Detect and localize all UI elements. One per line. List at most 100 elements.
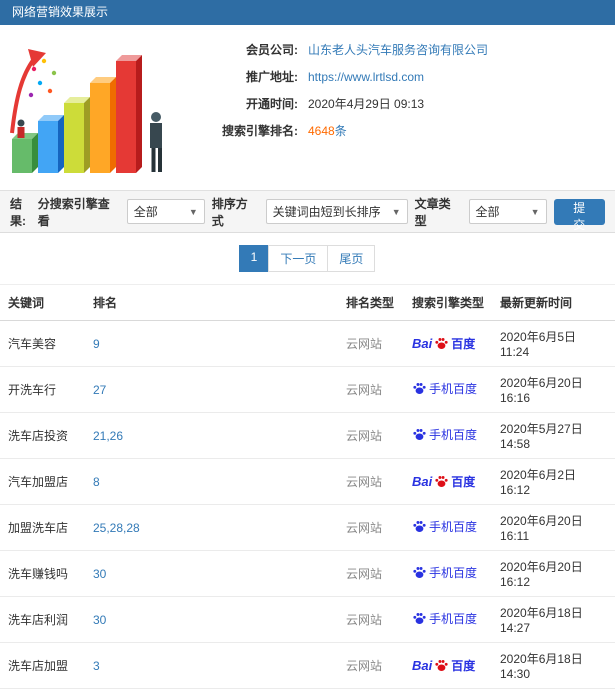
- rank-cell[interactable]: 3: [85, 642, 338, 689]
- article-type-select[interactable]: 全部 ▼: [468, 199, 547, 224]
- header-update-time: 最新更新时间: [492, 285, 615, 321]
- submit-button[interactable]: 提交: [553, 198, 605, 232]
- mobile-baidu-text: 手机百度: [429, 382, 478, 396]
- promo-url-label: 推广地址:: [246, 70, 298, 84]
- mobile-baidu-logo: 手机百度: [412, 518, 477, 535]
- open-time-value: 2020年4月29日 09:13: [308, 97, 425, 111]
- company-link[interactable]: 山东老人头汽车服务咨询有限公司: [308, 37, 488, 64]
- mobile-baidu-logo: 手机百度: [412, 564, 477, 581]
- keyword-cell: 洗车店投资: [0, 412, 85, 459]
- engine-cell: 手机百度: [404, 366, 492, 413]
- mobile-baidu-paw-icon: [413, 429, 426, 440]
- header-rank-type: 排名类型: [338, 285, 404, 321]
- rank-type-cell: 云网站: [338, 550, 404, 597]
- mobile-baidu-logo: 手机百度: [412, 426, 477, 443]
- article-type-label: 文章类型: [414, 196, 451, 228]
- last-page-button[interactable]: 尾页: [327, 245, 376, 272]
- table-row: 开洗车行 27 云网站 手机百度 2020年6月20日 16:16: [0, 366, 615, 413]
- bar-chart-illustration: [4, 33, 176, 182]
- chevron-down-icon: ▼: [188, 206, 198, 217]
- rank-cell[interactable]: 27: [85, 366, 338, 413]
- update-time-cell: 2020年6月20日 16:12: [492, 550, 615, 597]
- article-type-value: 全部: [475, 205, 500, 219]
- baidu-paw-icon: [435, 660, 448, 671]
- rank-count-unit: 条: [334, 124, 347, 138]
- mobile-baidu-logo: 手机百度: [412, 610, 477, 627]
- engine-cell: 手机百度: [404, 504, 492, 551]
- rank-cell[interactable]: 30: [85, 596, 338, 643]
- rank-type-cell: 云网站: [338, 642, 404, 689]
- keyword-cell: 洗车店加盟: [0, 642, 85, 689]
- rank-type-cell: 云网站: [338, 504, 404, 551]
- sort-label: 排序方式: [211, 196, 248, 228]
- table-row: 洗车赚钱吗 30 云网站 手机百度 2020年6月20日 16:12: [0, 550, 615, 597]
- company-label: 会员公司:: [246, 43, 298, 57]
- page-title: 网络营销效果展示: [12, 5, 109, 19]
- keyword-cell: 汽车加盟店: [0, 458, 85, 505]
- sort-select[interactable]: 关键词由短到长排序 ▼: [265, 199, 408, 224]
- chevron-down-icon: ▼: [391, 206, 401, 217]
- table-row: 加盟洗车店 25,28,28 云网站 手机百度 2020年6月20日 16:11: [0, 504, 615, 551]
- rank-cell[interactable]: 25,28,28: [85, 504, 338, 551]
- baidu-logo: Bai 百度: [412, 657, 475, 674]
- rank-cell[interactable]: 30: [85, 550, 338, 597]
- mobile-baidu-logo: 手机百度: [412, 380, 477, 397]
- mobile-baidu-text: 手机百度: [429, 566, 478, 580]
- baidu-du-text: 百度: [451, 475, 476, 489]
- mobile-baidu-paw-icon: [413, 521, 426, 532]
- mobile-baidu-paw-icon: [413, 383, 426, 394]
- update-time-cell: 2020年6月5日 11:24: [492, 320, 615, 367]
- baidu-du-text: 百度: [451, 659, 476, 673]
- rank-count-number: 4648: [308, 124, 335, 138]
- bar-yellow: [64, 97, 90, 173]
- bar-blue: [38, 115, 64, 173]
- baidu-paw-icon: [435, 338, 448, 349]
- rank-cell[interactable]: 8: [85, 458, 338, 505]
- table-body: 汽车美容 9 云网站 Bai 百度 2020年6月5日 11:24 开洗车行 2…: [0, 320, 615, 689]
- summary-panel: 会员公司: 山东老人头汽车服务咨询有限公司 推广地址: https://www.…: [0, 25, 615, 191]
- rank-type-cell: 云网站: [338, 458, 404, 505]
- promo-url-link[interactable]: https://www.lrtlsd.com: [308, 64, 424, 91]
- engine-filter-select[interactable]: 全部 ▼: [126, 199, 205, 224]
- sort-value: 关键词由短到长排序: [272, 205, 381, 219]
- rank-type-cell: 云网站: [338, 412, 404, 459]
- update-time-cell: 2020年5月27日 14:58: [492, 412, 615, 459]
- rank-cell[interactable]: 9: [85, 320, 338, 367]
- engine-cell: 手机百度: [404, 412, 492, 459]
- rank-cell[interactable]: 21,26: [85, 412, 338, 459]
- rank-type-cell: 云网站: [338, 366, 404, 413]
- result-label: 结果:: [10, 196, 26, 228]
- engine-filter-value: 全部: [133, 205, 158, 219]
- member-info: 会员公司: 山东老人头汽车服务咨询有限公司 推广地址: https://www.…: [176, 33, 605, 182]
- rank-count-label: 搜索引擎排名:: [222, 124, 298, 138]
- bar-green: [12, 133, 38, 173]
- baidu-logo: Bai 百度: [412, 335, 475, 352]
- mobile-baidu-text: 手机百度: [429, 612, 478, 626]
- mobile-baidu-text: 手机百度: [429, 428, 478, 442]
- engine-filter-label: 分搜索引擎查看: [37, 196, 110, 228]
- info-row-rank-count: 搜索引擎排名: 4648条: [176, 118, 605, 145]
- header-engine-type: 搜索引擎类型: [404, 285, 492, 321]
- page-1-button[interactable]: 1: [238, 245, 270, 272]
- table-row: 洗车店利润 30 云网站 手机百度 2020年6月18日 14:27: [0, 596, 615, 643]
- keyword-cell: 洗车店利润: [0, 596, 85, 643]
- info-row-open-time: 开通时间: 2020年4月29日 09:13: [176, 91, 605, 118]
- engine-cell: Bai 百度: [404, 642, 492, 689]
- mobile-baidu-text: 手机百度: [429, 520, 478, 534]
- results-table: 关键词 排名 排名类型 搜索引擎类型 最新更新时间 汽车美容 9 云网站 Bai…: [0, 285, 615, 689]
- pagination: 1 下一页 尾页: [0, 233, 615, 285]
- baidu-bai-text: Bai: [412, 474, 433, 489]
- mobile-baidu-paw-icon: [413, 613, 426, 624]
- table-row: 洗车店投资 21,26 云网站 手机百度 2020年5月27日 14:58: [0, 412, 615, 459]
- baidu-paw-icon: [435, 476, 448, 487]
- update-time-cell: 2020年6月18日 14:27: [492, 596, 615, 643]
- baidu-bai-text: Bai: [412, 336, 433, 351]
- next-page-button[interactable]: 下一页: [268, 245, 329, 272]
- filter-bar: 结果: 分搜索引擎查看 全部 ▼ 排序方式 关键词由短到长排序 ▼ 文章类型 全…: [0, 191, 615, 233]
- keyword-cell: 汽车美容: [0, 320, 85, 367]
- bar-orange: [90, 77, 116, 173]
- open-time-label: 开通时间:: [246, 97, 298, 111]
- table-row: 汽车加盟店 8 云网站 Bai 百度 2020年6月2日 16:12: [0, 458, 615, 505]
- engine-cell: 手机百度: [404, 596, 492, 643]
- header-keyword: 关键词: [0, 285, 85, 321]
